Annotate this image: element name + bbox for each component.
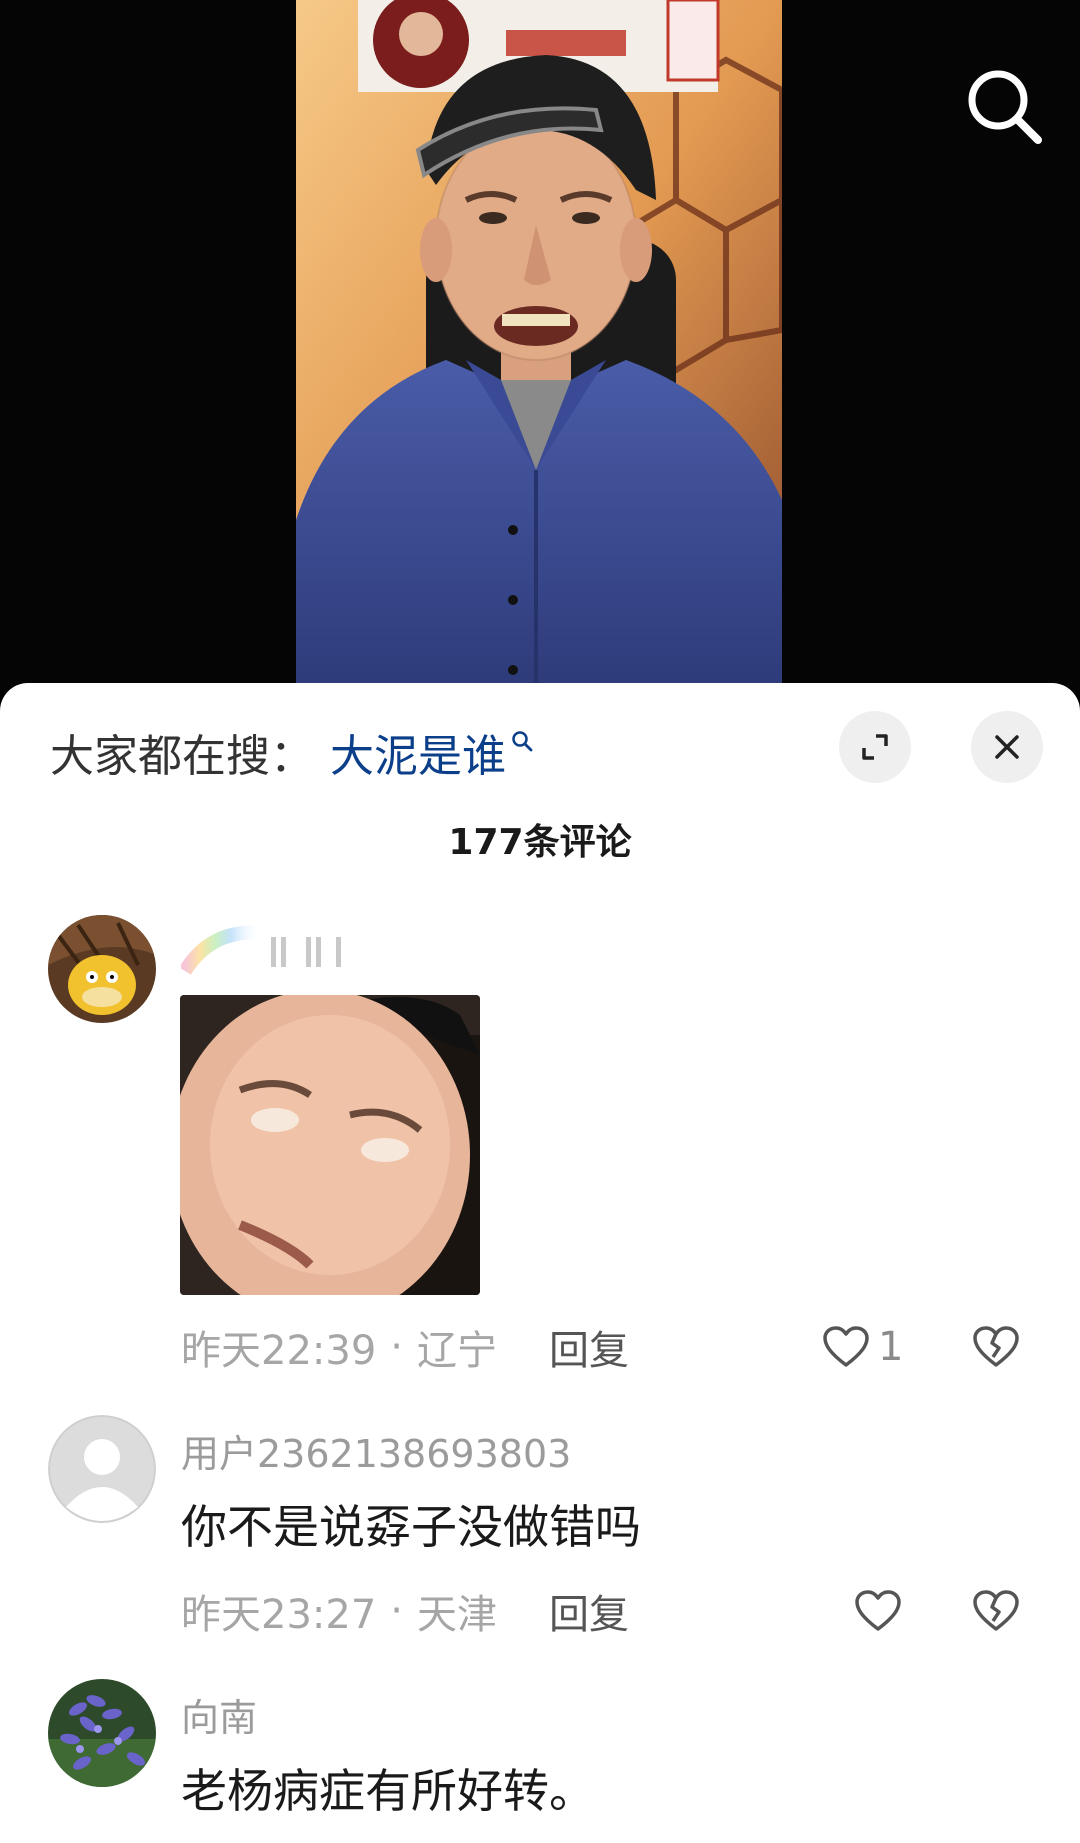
video-player[interactable]	[0, 0, 1080, 690]
flower-avatar-image	[48, 1679, 156, 1787]
close-icon	[995, 735, 1019, 759]
comment-location: 辽宁	[417, 1328, 497, 1374]
trending-search-row: 大家都在搜： 大泥是谁	[50, 717, 534, 787]
comment-username[interactable]: 用户2362138693803	[181, 1423, 571, 1478]
comment-image[interactable]	[180, 995, 480, 1295]
search-button[interactable]	[962, 64, 1046, 148]
reply-button[interactable]: 回复	[549, 1582, 629, 1640]
dislike-button[interactable]	[972, 1581, 1020, 1641]
comment-sheet: 大家都在搜： 大泥是谁 177条评论 昨天22:39 · 辽宁 回复 1 用户2…	[0, 683, 1080, 1843]
trending-query-link[interactable]: 大泥是谁	[330, 720, 506, 784]
comment-location: 天津	[417, 1592, 497, 1638]
comment-item: 向南 老杨病症有所好转。	[0, 1679, 1080, 1843]
psyduck-avatar-image	[48, 915, 156, 1023]
avatar[interactable]	[48, 1679, 156, 1787]
comment-text: 你不是说孬子没做错吗	[181, 1500, 641, 1554]
close-button[interactable]	[971, 711, 1043, 783]
comment-time: 昨天23:27	[181, 1592, 377, 1638]
default-avatar-icon	[48, 1415, 156, 1523]
video-frame	[296, 0, 782, 690]
dislike-button[interactable]	[972, 1317, 1020, 1377]
avatar[interactable]	[48, 1415, 156, 1523]
meta-separator: ·	[390, 1588, 403, 1634]
like-count: 1	[878, 1324, 904, 1370]
blurred-username	[181, 925, 441, 975]
comment-meta-row: 昨天23:27 · 天津 回复	[181, 1581, 629, 1641]
like-button[interactable]: 1	[822, 1317, 903, 1377]
trending-prefix: 大家都在搜：	[50, 731, 314, 782]
comment-item: 昨天22:39 · 辽宁 回复 1	[0, 915, 1080, 1375]
comment-item: 用户2362138693803 你不是说孬子没做错吗 昨天23:27 · 天津 …	[0, 1415, 1080, 1645]
like-button[interactable]	[854, 1581, 902, 1641]
comment-text: 老杨病症有所好转。	[181, 1764, 595, 1818]
reply-button[interactable]: 回复	[549, 1318, 629, 1376]
comment-time: 昨天22:39	[181, 1328, 377, 1374]
search-icon	[968, 70, 1042, 144]
heart-icon	[855, 1590, 901, 1631]
meme-photo	[180, 995, 480, 1295]
small-search-icon	[512, 731, 533, 752]
broken-heart-icon	[973, 1590, 1019, 1631]
meta-separator: ·	[390, 1324, 403, 1370]
comment-count: 177条评论	[448, 822, 632, 863]
comment-username[interactable]: 向南	[181, 1687, 257, 1742]
expand-button[interactable]	[839, 711, 911, 783]
broken-heart-icon	[973, 1326, 1019, 1367]
comment-meta-row: 昨天22:39 · 辽宁 回复	[181, 1317, 629, 1377]
heart-icon	[823, 1326, 869, 1367]
video-scene-illustration	[296, 0, 782, 690]
expand-icon	[862, 734, 888, 760]
avatar[interactable]	[48, 915, 156, 1023]
